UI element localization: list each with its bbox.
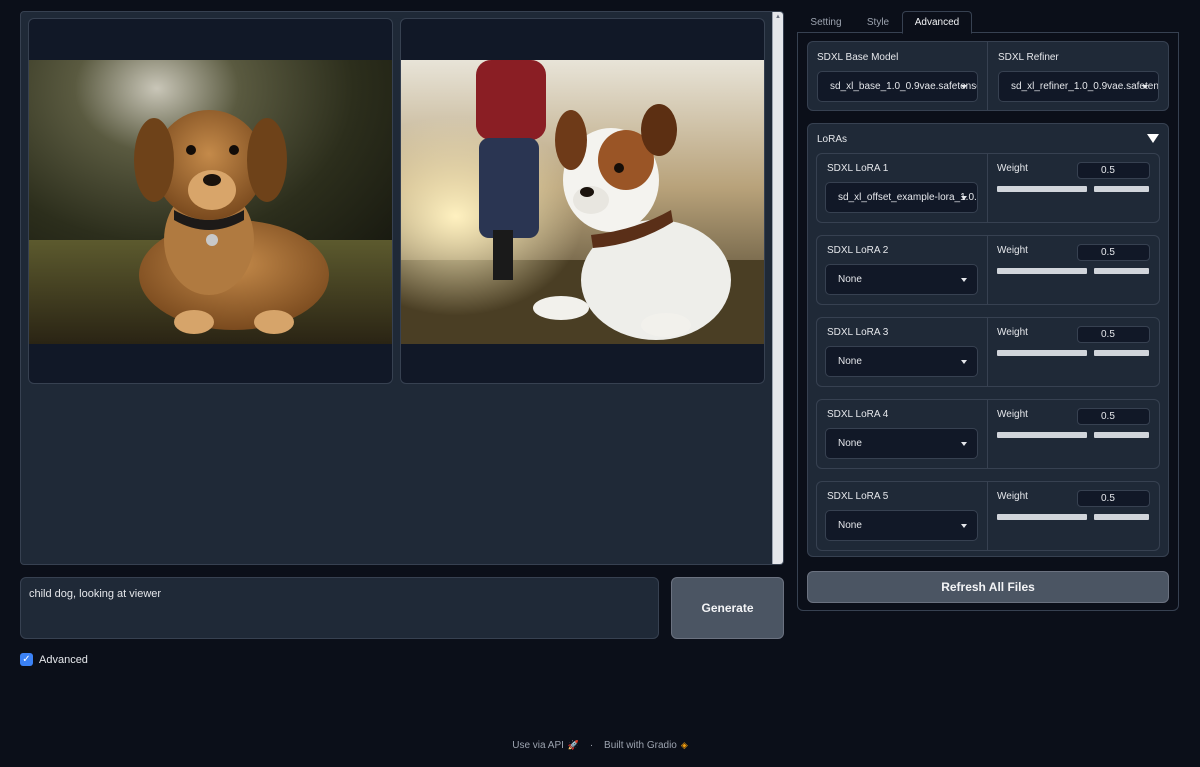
lora-label: SDXL LoRA 2 [827, 245, 889, 256]
chevron-down-icon [961, 84, 967, 89]
footer-separator: · [589, 740, 594, 751]
weight-input[interactable]: 0.5 [1077, 162, 1150, 179]
divider [987, 400, 988, 468]
lora-item-1: SDXL LoRA 1 sd_xl_offset_example-lora_1.… [816, 153, 1160, 223]
weight-label: Weight [997, 245, 1028, 256]
lora-item-2: SDXL LoRA 2 None Weight 0.5 [816, 235, 1160, 305]
divider [987, 42, 988, 110]
puppy-white-image [401, 60, 764, 344]
lora-dropdown[interactable]: sd_xl_offset_example-lora_1.0.safetensor… [825, 182, 978, 213]
model-selectors: SDXL Base Model sd_xl_base_1.0_0.9vae.sa… [807, 41, 1169, 111]
weight-label: Weight [997, 327, 1028, 338]
weight-input[interactable]: 0.5 [1077, 244, 1150, 261]
divider [987, 318, 988, 386]
lora-value: None [838, 274, 862, 285]
rocket-icon: 🚀 [567, 740, 580, 750]
checkmark-icon[interactable]: ✓ [20, 653, 33, 666]
lora-label: SDXL LoRA 3 [827, 327, 889, 338]
weight-slider[interactable] [997, 186, 1087, 192]
loras-title[interactable]: LoRAs [817, 134, 847, 145]
gallery-scrollbar[interactable]: ▲ [772, 12, 783, 564]
lora-dropdown[interactable]: None [825, 510, 978, 541]
divider [987, 154, 988, 222]
chevron-down-icon [961, 359, 967, 364]
weight-input[interactable]: 0.5 [1077, 490, 1150, 507]
weight-input[interactable]: 0.5 [1077, 326, 1150, 343]
refiner-dropdown[interactable]: sd_xl_refiner_1.0_0.9vae.safetensors [998, 71, 1159, 102]
tab-setting[interactable]: Setting [803, 11, 849, 34]
weight-slider-track[interactable] [1094, 350, 1149, 356]
base-model-label: SDXL Base Model [817, 52, 899, 63]
refiner-value: sd_xl_refiner_1.0_0.9vae.safetensors [1011, 81, 1159, 92]
lora-item-3: SDXL LoRA 3 None Weight 0.5 [816, 317, 1160, 387]
lora-value: sd_xl_offset_example-lora_1.0.safetensor… [838, 192, 977, 203]
image-gallery: ▲ [20, 11, 784, 565]
base-model-value: sd_xl_base_1.0_0.9vae.safetensors [830, 81, 978, 92]
lora-value: None [838, 438, 862, 449]
lora-item-5: SDXL LoRA 5 None Weight 0.5 [816, 481, 1160, 551]
generate-button[interactable]: Generate [671, 577, 784, 639]
chevron-down-icon [961, 523, 967, 528]
lora-value: None [838, 356, 862, 367]
weight-input[interactable]: 0.5 [1077, 408, 1150, 425]
weight-slider[interactable] [997, 268, 1087, 274]
divider [987, 482, 988, 550]
chevron-down-icon [961, 277, 967, 282]
base-model-dropdown[interactable]: sd_xl_base_1.0_0.9vae.safetensors [817, 71, 978, 102]
refresh-all-files-button[interactable]: Refresh All Files [807, 571, 1169, 603]
chevron-down-icon [961, 441, 967, 446]
lora-label: SDXL LoRA 4 [827, 409, 889, 420]
footer: Use via API 🚀 · Built with Gradio ◈ [0, 740, 1200, 751]
lora-item-4: SDXL LoRA 4 None Weight 0.5 [816, 399, 1160, 469]
chevron-down-icon [1142, 84, 1148, 89]
weight-slider-track[interactable] [1094, 514, 1149, 520]
tab-advanced[interactable]: Advanced [902, 11, 972, 34]
weight-slider[interactable] [997, 514, 1087, 520]
weight-slider-track[interactable] [1094, 268, 1149, 274]
use-via-api-link[interactable]: Use via API 🚀 [512, 740, 579, 751]
settings-tabs: Setting Style Advanced [797, 11, 1179, 34]
gallery-image-2[interactable] [400, 18, 765, 384]
scroll-up-arrow-icon[interactable]: ▲ [773, 12, 783, 22]
tab-style[interactable]: Style [857, 11, 899, 34]
gradio-logo-icon: ◈ [680, 740, 688, 750]
chevron-down-icon [961, 195, 967, 200]
advanced-checkbox-label: Advanced [39, 653, 88, 666]
lora-dropdown[interactable]: None [825, 264, 978, 295]
divider [987, 236, 988, 304]
lora-dropdown[interactable]: None [825, 428, 978, 459]
weight-slider[interactable] [997, 432, 1087, 438]
advanced-checkbox[interactable]: ✓ Advanced [20, 653, 88, 666]
weight-label: Weight [997, 163, 1028, 174]
weight-label: Weight [997, 491, 1028, 502]
lora-label: SDXL LoRA 1 [827, 163, 889, 174]
weight-label: Weight [997, 409, 1028, 420]
lora-label: SDXL LoRA 5 [827, 491, 889, 502]
weight-slider[interactable] [997, 350, 1087, 356]
weight-slider-track[interactable] [1094, 186, 1149, 192]
puppy-golden-image [29, 60, 392, 344]
built-with-gradio-link[interactable]: Built with Gradio ◈ [604, 740, 688, 751]
lora-dropdown[interactable]: None [825, 346, 978, 377]
loras-accordion: LoRAs SDXL LoRA 1 sd_xl_offset_example-l… [807, 123, 1169, 557]
weight-slider-track[interactable] [1094, 432, 1149, 438]
gallery-image-1[interactable] [28, 18, 393, 384]
prompt-input[interactable]: child dog, looking at viewer [20, 577, 659, 639]
refiner-label: SDXL Refiner [998, 52, 1059, 63]
lora-value: None [838, 520, 862, 531]
collapse-triangle-icon[interactable] [1147, 134, 1159, 143]
